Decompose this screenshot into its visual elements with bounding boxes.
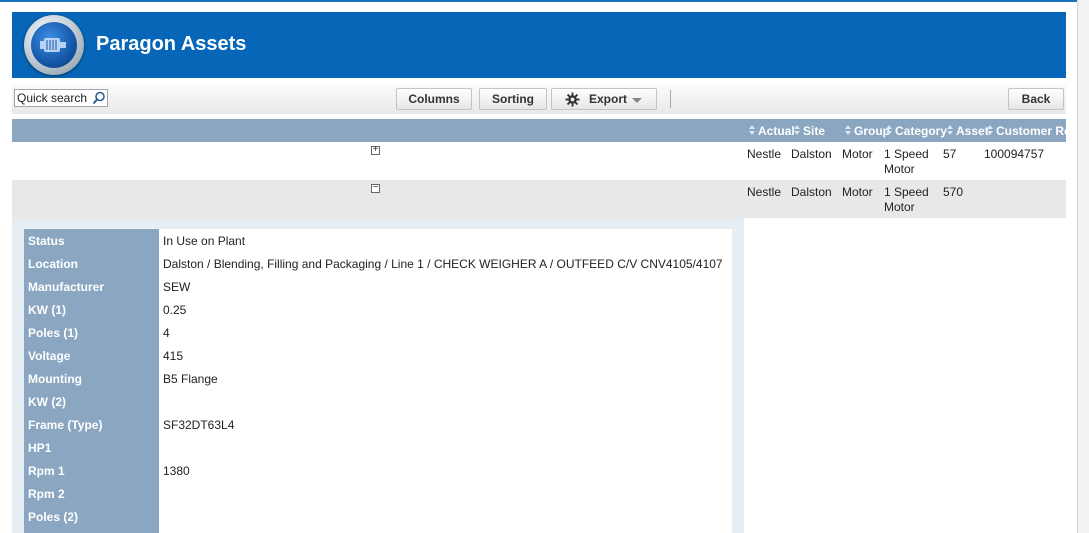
back-button[interactable]: Back <box>1008 88 1064 110</box>
chevron-down-icon <box>632 98 642 103</box>
detail-label: KW (2) <box>28 395 66 409</box>
sort-icon <box>794 125 801 136</box>
detail-label: Manufacturer <box>28 280 105 294</box>
cell-site: Dalston <box>791 185 832 199</box>
column-header-label: Asset <box>956 124 989 138</box>
column-header-group[interactable]: Group <box>845 124 890 138</box>
detail-row-voltage: Voltage 415 <box>24 344 732 367</box>
detail-table: Status In Use on Plant Location Dalston / … <box>24 229 732 533</box>
scrollbar-gutter[interactable] <box>1077 0 1089 533</box>
detail-value: Dalston / Blending, Filling and Packagin… <box>163 257 723 271</box>
motor-icon <box>31 22 77 68</box>
sort-icon <box>947 125 954 136</box>
export-label: Export <box>589 92 628 106</box>
detail-label: KW (1) <box>28 303 66 317</box>
app-title: Paragon Assets <box>96 33 247 55</box>
detail-label: Poles (1) <box>28 326 79 340</box>
cell-actual: Nestle <box>747 147 782 161</box>
column-header-label: Actual <box>758 124 795 138</box>
detail-row-mounting: Mounting B5 Flange <box>24 367 732 390</box>
detail-row-status: Status In Use on Plant <box>24 229 732 252</box>
column-header-customer-ref[interactable]: Customer Re <box>987 124 1066 138</box>
cell-asset: 57 <box>943 147 957 161</box>
expand-icon[interactable]: + <box>371 145 380 155</box>
column-header-actual[interactable]: Actual <box>749 124 795 138</box>
column-header-asset[interactable]: Asset <box>947 124 989 138</box>
detail-label: Rpm 1 <box>28 464 65 478</box>
cell-customer-ref: 100094757 <box>984 147 1045 161</box>
toolbar: Columns Sorting Export Back <box>12 84 1066 114</box>
detail-value: In Use on Plant <box>163 234 246 248</box>
detail-row-kw2: KW (2) <box>24 390 732 413</box>
detail-label: Poles (2) <box>28 510 79 524</box>
column-header-label: Category <box>895 124 948 138</box>
detail-row-frame-type: Frame (Type) SF32DT63L4 <box>24 413 732 436</box>
detail-value: B5 Flange <box>163 372 218 386</box>
search-icon[interactable] <box>92 91 106 108</box>
cell-category: 1 Speed Motor <box>884 147 929 176</box>
app-logo <box>24 15 84 75</box>
detail-value: 415 <box>163 349 184 363</box>
table-row[interactable]: + Nestle Dalston Motor 1 Speed Motor 57 … <box>12 142 1066 180</box>
grid-header: Actual Site Group Category Asset Custome… <box>12 119 1066 142</box>
cell-site: Dalston <box>791 147 832 161</box>
toolbar-divider <box>670 90 671 108</box>
cell-group: Motor <box>842 185 873 199</box>
detail-value: 4 <box>163 326 170 340</box>
collapse-icon[interactable]: − <box>371 183 380 193</box>
detail-row-poles2: Poles (2) <box>24 505 732 528</box>
sort-icon <box>886 125 893 136</box>
detail-row-manufacturer: Manufacturer SEW <box>24 275 732 298</box>
detail-row-rpm1: Rpm 1 1380 <box>24 459 732 482</box>
cell-group: Motor <box>842 147 873 161</box>
detail-label: Status <box>28 234 65 248</box>
detail-label: Rpm 2 <box>28 487 65 501</box>
detail-value: 1380 <box>163 464 190 478</box>
column-header-label: Customer Re <box>996 124 1066 138</box>
sort-icon <box>749 125 756 136</box>
detail-label: Mounting <box>28 372 82 386</box>
detail-row-location: Location Dalston / Blending, Filling and … <box>24 252 732 275</box>
sort-icon <box>845 125 852 136</box>
detail-row-poles1: Poles (1) 4 <box>24 321 732 344</box>
detail-row-rpm2: Rpm 2 <box>24 482 732 505</box>
detail-value: SEW <box>163 280 191 294</box>
cell-asset: 570 <box>943 185 964 199</box>
column-header-category[interactable]: Category <box>886 124 947 138</box>
column-header-label: Group <box>854 124 890 138</box>
detail-label: Location <box>28 257 78 271</box>
cell-category: 1 Speed Motor <box>884 185 929 214</box>
sorting-button[interactable]: Sorting <box>479 88 547 110</box>
export-button[interactable]: Export <box>551 88 657 110</box>
detail-row-hp1: HP1 <box>24 436 732 459</box>
detail-label: Voltage <box>28 349 71 363</box>
detail-label: HP1 <box>28 441 52 455</box>
app-header: Paragon Assets <box>12 12 1066 78</box>
sort-icon <box>987 125 994 136</box>
detail-label: Frame (Type) <box>28 418 103 432</box>
detail-value: SF32DT63L4 <box>163 418 235 432</box>
quick-search-input[interactable] <box>15 90 95 106</box>
table-row[interactable]: − Nestle Dalston Motor 1 Speed Motor 570 <box>12 180 1066 218</box>
column-header-site[interactable]: Site <box>794 124 825 138</box>
quick-search <box>14 89 108 107</box>
column-header-label: Site <box>803 124 826 138</box>
columns-button[interactable]: Columns <box>396 88 472 110</box>
detail-row-kw1: KW (1) 0.25 <box>24 298 732 321</box>
cell-actual: Nestle <box>747 185 782 199</box>
top-accent-line <box>0 0 1089 2</box>
detail-value: 0.25 <box>163 303 187 317</box>
gear-icon <box>565 92 580 113</box>
